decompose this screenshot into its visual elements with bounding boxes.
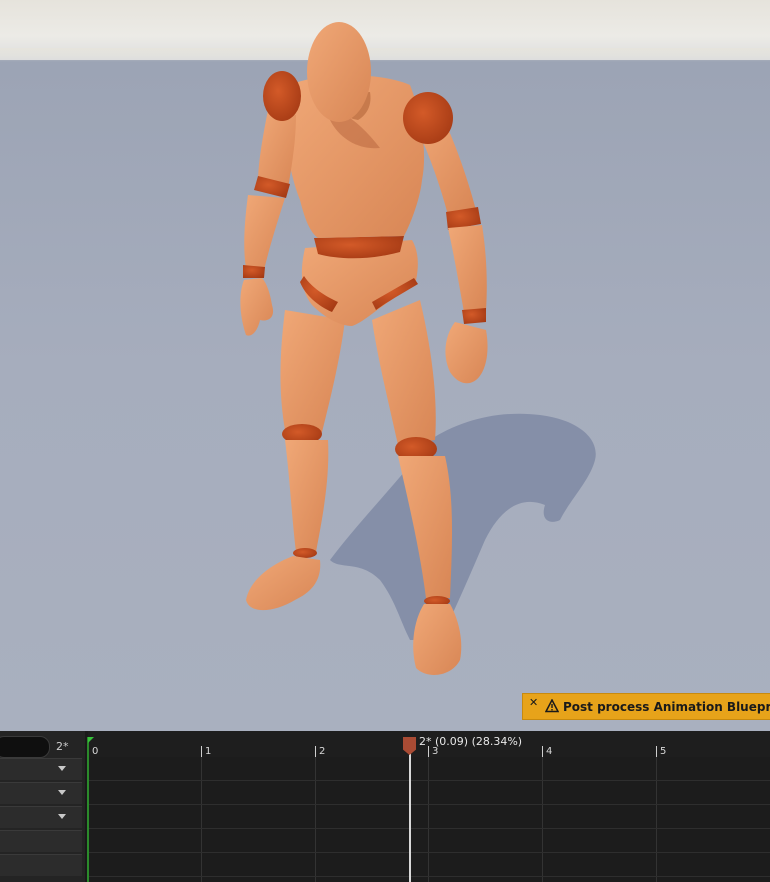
current-frame-label: 2* [56,740,69,753]
mannequin-character [240,22,596,675]
grid-line [542,757,543,882]
track-header-panel: 2* [0,731,85,882]
right-hand [445,322,488,384]
grid-line [201,757,202,882]
track-divider [88,828,770,829]
track-row[interactable] [0,758,82,780]
start-marker[interactable] [87,737,89,882]
animation-viewport[interactable]: ✕ Post process Animation Blueprint 'A [0,0,770,731]
animation-timeline[interactable]: 2* 0 1 2 3 4 5 2* (0.09) (28.34%) [0,731,770,882]
ruler-label: 4 [546,746,553,757]
track-row[interactable] [0,782,82,804]
chevron-down-icon[interactable] [58,766,66,771]
right-forearm [448,225,487,312]
ruler-tick [656,746,657,757]
frame-search-field[interactable] [0,736,50,758]
track-divider [88,876,770,877]
track-divider [88,852,770,853]
left-upper-arm [258,110,296,188]
track-row[interactable] [0,854,82,876]
ruler-tick [315,746,316,757]
grid-line [656,757,657,882]
track-divider [88,804,770,805]
mannequin-shadow [330,413,596,640]
right-shoulder [403,92,453,144]
playhead-readout: 2* (0.09) (28.34%) [419,735,523,748]
left-thigh [280,310,345,432]
right-thigh [372,300,436,445]
left-ankle [293,548,317,558]
left-foot [246,556,321,611]
warning-icon [545,699,559,713]
right-foot [413,604,462,675]
start-flag-icon[interactable] [88,737,94,743]
close-icon[interactable]: ✕ [529,696,538,709]
ruler-label: 0 [92,746,99,757]
grid-line [315,757,316,882]
right-wrist [462,308,486,324]
track-row[interactable] [0,806,82,828]
grid-line [428,757,429,882]
ruler-tick [201,746,202,757]
warning-notification: ✕ Post process Animation Blueprint 'A [522,693,770,720]
ruler-label: 1 [205,746,212,757]
left-hand [240,278,274,336]
left-shoulder [263,71,301,121]
playhead-line[interactable] [409,749,411,882]
track-divider [88,780,770,781]
ruler-label: 5 [660,746,667,757]
head [307,22,371,122]
left-forearm [244,195,285,270]
left-wrist [243,265,265,278]
chevron-down-icon[interactable] [58,790,66,795]
chevron-down-icon[interactable] [58,814,66,819]
ruler-label: 2 [319,746,326,757]
track-row[interactable] [0,830,82,852]
left-shin [285,440,329,552]
warning-message: Post process Animation Blueprint 'A [563,700,770,714]
ruler-tick [542,746,543,757]
track-area[interactable] [88,757,770,882]
